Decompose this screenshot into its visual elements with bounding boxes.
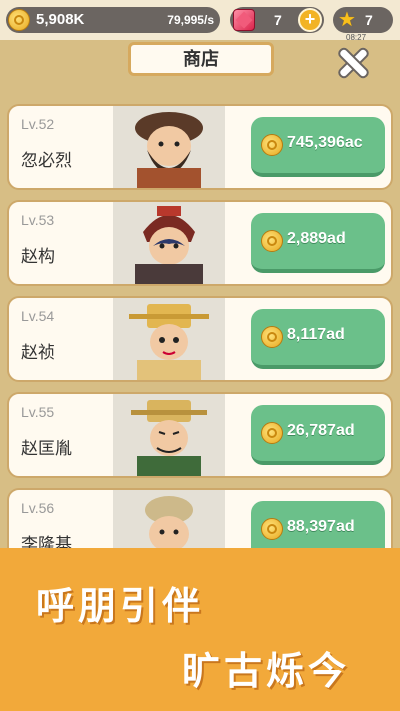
hero-shop-list[interactable]: Lv.52 忽必烈 745,396ac Lv.53 赵构 2,889ad Lv.… xyxy=(0,82,400,552)
gem-icon xyxy=(233,9,255,31)
coin-rate: 79,995/s xyxy=(167,13,214,27)
hero-price: 88,397ad xyxy=(287,518,355,535)
hero-level: Lv.56 xyxy=(21,500,55,516)
hero-price: 2,889ad xyxy=(287,230,346,247)
banner-slogan-line1: 呼朋引伴 xyxy=(36,586,205,628)
gem-amount: 7 xyxy=(274,12,282,28)
coin-icon xyxy=(261,326,283,348)
hero-portrait-zhaozhen xyxy=(113,298,225,380)
hero-portrait-zhaokuangyin xyxy=(113,394,225,476)
hero-level: Lv.52 xyxy=(21,116,55,132)
hero-name: 赵匡胤 xyxy=(21,439,72,458)
star-amount: 7 xyxy=(365,12,373,28)
hero-name: 忽必烈 xyxy=(21,151,72,170)
hero-card: Lv.54 赵祯 8,117ad xyxy=(7,296,393,382)
hero-price: 745,396ac xyxy=(287,134,363,151)
gem-counter: 7 + xyxy=(230,7,324,33)
add-gems-button[interactable]: + xyxy=(298,8,322,32)
hero-card: Lv.56 李隆基 88,397ad xyxy=(7,488,393,552)
hero-card: Lv.53 赵构 2,889ad xyxy=(7,200,393,286)
coin-icon xyxy=(261,134,283,156)
buy-button[interactable]: 8,117ad xyxy=(251,309,385,369)
buy-button[interactable]: 26,787ad xyxy=(251,405,385,465)
hero-portrait-lilongji xyxy=(113,490,225,552)
coin-icon xyxy=(261,230,283,252)
shop-title: 商店 xyxy=(128,42,274,76)
hero-price: 26,787ad xyxy=(287,422,355,439)
close-icon[interactable] xyxy=(336,46,370,80)
coin-amount: 5,908K xyxy=(36,11,85,28)
star-counter: ★ 7 xyxy=(333,7,393,33)
hero-price: 8,117ad xyxy=(287,326,345,343)
hero-name: 赵祯 xyxy=(21,343,55,362)
hero-card: Lv.52 忽必烈 745,396ac xyxy=(7,104,393,190)
hero-portrait-kublai xyxy=(113,106,225,188)
hero-name: 赵构 xyxy=(21,247,55,266)
top-bar: 5,908K 79,995/s 7 + ★ 7 08:27 xyxy=(0,0,400,42)
buy-button[interactable]: 88,397ad xyxy=(251,501,385,552)
coin-icon xyxy=(8,9,30,31)
buy-button[interactable]: 745,396ac xyxy=(251,117,385,177)
buy-button[interactable]: 2,889ad xyxy=(251,213,385,273)
coin-counter: 5,908K 79,995/s xyxy=(6,7,220,33)
hero-level: Lv.54 xyxy=(21,308,55,324)
star-icon: ★ xyxy=(338,9,356,31)
banner-slogan-line2: 旷古烁今 xyxy=(182,651,351,693)
hero-portrait-zhaogou xyxy=(113,202,225,284)
hero-level: Lv.53 xyxy=(21,212,55,228)
coin-icon xyxy=(261,422,283,444)
coin-icon xyxy=(261,518,283,540)
hero-level: Lv.55 xyxy=(21,404,55,420)
hero-card: Lv.55 赵匡胤 26,787ad xyxy=(7,392,393,478)
